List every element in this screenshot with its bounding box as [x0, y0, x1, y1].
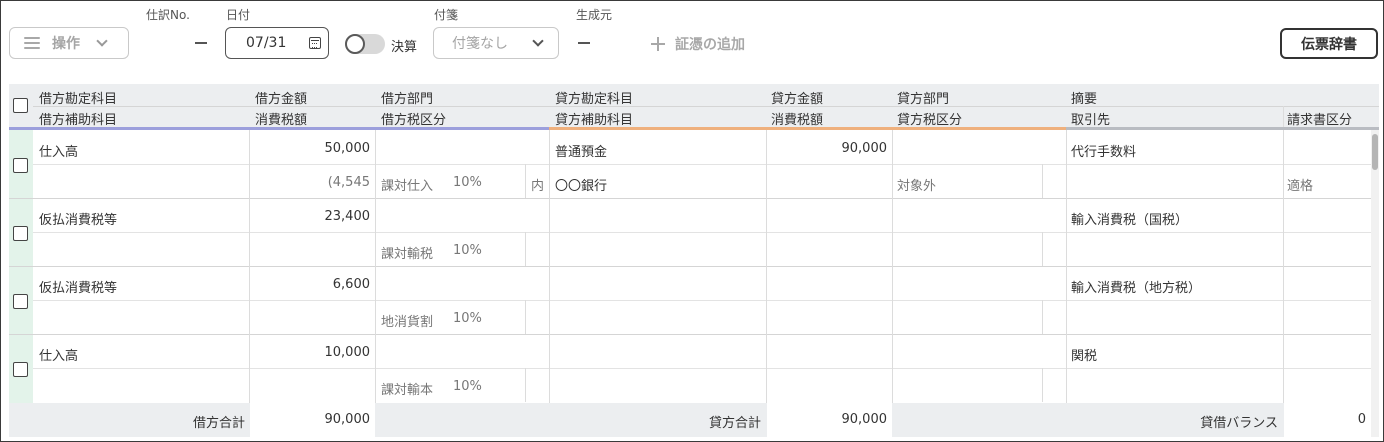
date-input[interactable]: 07/31 [225, 27, 329, 59]
header-debit-dept: 借方部門 [381, 92, 434, 107]
cell-memo[interactable]: 関税 [1071, 345, 1097, 364]
closing-toggle[interactable] [345, 34, 385, 54]
cell-debit-tax-class[interactable]: 地消貨割 [381, 311, 433, 330]
memo-accent-line [1066, 127, 1379, 130]
add-evidence-button[interactable]: 証憑の追加 [651, 34, 745, 54]
date-value: 07/31 [246, 35, 287, 51]
cell-debit-tax-class[interactable]: 課対輸税 [381, 243, 433, 262]
credit-total-label: 貸方合計 [708, 416, 761, 431]
cell-debit-account[interactable]: 仕入高 [39, 141, 78, 160]
balance-value: 0 [1357, 412, 1366, 427]
cell-debit-tax-rate: 10% [453, 243, 482, 258]
cell-debit-amount[interactable]: 6,600 [255, 277, 370, 292]
operations-button[interactable]: 操作 [9, 27, 129, 59]
cell-credit-account[interactable]: 普通預金 [555, 141, 607, 160]
cell-debit-account[interactable]: 仮払消費税等 [39, 277, 117, 296]
cell-debit-tax-rate: 10% [453, 311, 482, 326]
journal-entry-panel: 操作 仕訳No. 日付 07/31 決算 付箋 付箋なし 生成元 証憑の追加 伝… [0, 0, 1384, 442]
header-credit-dept: 貸方部門 [897, 92, 950, 107]
header-debit-sub: 借方補助科目 [39, 113, 118, 128]
credit-accent-line [549, 127, 1066, 130]
header-debit-tax: 消費税額 [255, 113, 308, 128]
debit-total: 90,000 [324, 412, 371, 427]
cell-debit-account[interactable]: 仮払消費税等 [39, 209, 117, 228]
menu-icon [24, 37, 40, 49]
table-header: 借方勘定科目 借方金額 借方部門 貸方勘定科目 貸方金額 貸方部門 摘要 借方補… [9, 84, 1379, 128]
cell-credit-sub[interactable]: 〇〇銀行 [555, 175, 607, 194]
cell-memo[interactable]: 輸入消費税（地方税） [1071, 277, 1201, 296]
row-checkbox[interactable] [13, 158, 28, 173]
balance-label: 貸借バランス [1200, 416, 1278, 431]
sticky-select[interactable]: 付箋なし [433, 27, 559, 59]
cell-debit-tax-rate: 10% [453, 175, 482, 190]
header-partner: 取引先 [1071, 113, 1111, 128]
header-credit-account: 貸方勘定科目 [555, 92, 634, 107]
cell-credit-tax-class[interactable]: 対象外 [897, 175, 936, 194]
journal-no-label: 仕訳No. [146, 8, 190, 22]
toggle-knob [345, 34, 365, 54]
journal-no-value [195, 42, 207, 44]
plus-icon [651, 37, 665, 51]
cell-memo[interactable]: 代行手数料 [1071, 141, 1136, 160]
header-credit-tax-class: 貸方税区分 [897, 113, 963, 128]
select-all-checkbox[interactable] [13, 98, 28, 113]
header-credit-amount: 貸方金額 [771, 92, 824, 107]
cell-debit-tax-rate: 10% [453, 379, 482, 394]
vertical-scrollbar[interactable] [1371, 130, 1379, 437]
header-memo: 摘要 [1071, 92, 1098, 107]
cell-debit-amount[interactable]: 10,000 [255, 345, 371, 360]
header-invoice-type: 請求書区分 [1287, 113, 1353, 128]
row-checkbox[interactable] [13, 362, 28, 377]
debit-total-label: 借方合計 [192, 416, 245, 431]
date-label: 日付 [226, 8, 251, 22]
cell-debit-amount[interactable]: 23,400 [255, 209, 371, 224]
sticky-label: 付箋 [434, 8, 459, 22]
add-evidence-label: 証憑の追加 [675, 37, 745, 53]
source-value [578, 42, 590, 44]
journal-table: 借方勘定科目 借方金額 借方部門 貸方勘定科目 貸方金額 貸方部門 摘要 借方補… [9, 84, 1379, 437]
row-checkbox[interactable] [13, 226, 28, 241]
cell-credit-amount[interactable]: 90,000 [771, 141, 888, 156]
chevron-down-icon [532, 35, 544, 47]
cell-debit-amount[interactable]: 50,000 [255, 141, 371, 156]
cell-debit-tax-kind: 内 [531, 179, 545, 194]
row-checkbox[interactable] [13, 294, 28, 309]
calendar-icon[interactable] [309, 37, 321, 49]
cell-debit-account[interactable]: 仕入高 [39, 345, 78, 364]
scrollbar-thumb[interactable] [1372, 134, 1378, 170]
source-label: 生成元 [576, 8, 613, 22]
cell-debit-tax[interactable]: (4,545 [255, 175, 370, 190]
header-credit-tax: 消費税額 [771, 113, 824, 128]
header-debit-amount: 借方金額 [255, 92, 308, 107]
header-debit-account: 借方勘定科目 [39, 92, 118, 107]
debit-accent-line [9, 127, 549, 130]
cell-memo[interactable]: 輸入消費税（国税） [1071, 209, 1188, 228]
sticky-value: 付箋なし [452, 36, 508, 52]
cell-debit-tax-class[interactable]: 課対輸本 [381, 379, 433, 398]
cell-invoice-type[interactable]: 適格 [1287, 175, 1313, 194]
credit-total: 90,000 [841, 412, 888, 427]
closing-label: 決算 [391, 40, 418, 55]
cell-debit-tax-class[interactable]: 課対仕入 [381, 175, 433, 194]
totals-row: 借方合計 90,000 貸方合計 90,000 貸借バランス 0 [9, 403, 1371, 437]
dictionary-button[interactable]: 伝票辞書 [1280, 28, 1378, 59]
header-credit-sub: 貸方補助科目 [555, 113, 634, 128]
chevron-down-icon [96, 35, 108, 47]
header-debit-tax-class: 借方税区分 [381, 113, 447, 128]
operations-label: 操作 [52, 36, 80, 52]
